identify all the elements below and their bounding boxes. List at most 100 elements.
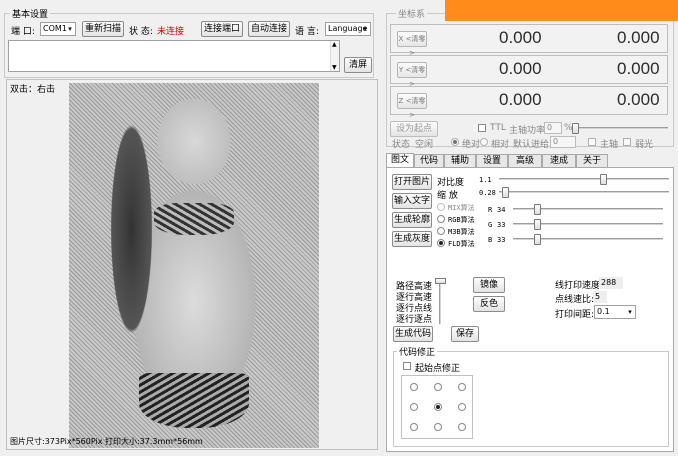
canvas-hint: 双击：右击 [10,85,56,95]
x-value-1: 0.000 [499,28,542,47]
port-value: COM1 [43,24,67,33]
print-gap-label: 打印间距: [555,310,595,320]
ttl-checkbox[interactable] [478,124,486,132]
anchor-grid [401,375,473,439]
save-button[interactable]: 保存 [451,326,479,342]
contrast-label: 对比度 [437,178,465,188]
absolute-radio[interactable] [451,138,459,146]
line-speed-input[interactable]: 288 [599,277,623,289]
anchor-top-left-radio[interactable] [410,383,418,391]
rescan-button[interactable]: 重新扫描 [82,21,124,37]
anchor-top-right-radio[interactable] [458,383,466,391]
anchor-center-radio[interactable] [434,403,442,411]
spindle-checkbox[interactable] [588,138,596,146]
auto-connect-button[interactable]: 自动连接 [248,21,290,37]
default-feed-input[interactable]: 0 [550,136,576,148]
language-select[interactable]: Language ▾ [325,22,371,36]
rgb-label: RGB算法 [448,216,475,224]
idle-label: 空闲 [415,140,434,150]
tab-advanced[interactable]: 高级 [508,154,542,168]
spindle-power-slider[interactable] [572,123,668,134]
scroll-down-icon[interactable]: ▼ [332,64,337,71]
gen-code-button[interactable]: 生成代码 [393,326,433,342]
status-label: 状 态: [129,27,153,37]
ttl-label: TTL [490,123,506,133]
dot-ratio-input[interactable]: 5 [593,291,607,303]
y-value-2: 0.000 [617,59,660,78]
chevron-down-icon: ▾ [68,25,72,33]
port-select[interactable]: COM1 ▾ [40,22,76,36]
tab-image-text[interactable]: 图文 [386,153,414,168]
gen-gray-button[interactable]: 生成灰度 [392,231,432,247]
b-value: 33 [497,236,506,244]
b-slider[interactable] [513,234,663,245]
path-mode-slider[interactable] [435,278,446,324]
z-clear-button[interactable]: Z <清零> [397,93,427,119]
m3b-label: M3B算法 [448,228,475,236]
slider-thumb[interactable] [435,278,446,284]
slider-thumb[interactable] [534,219,542,230]
code-fix-title: 代码修正 [397,345,438,358]
tab-quick[interactable]: 速成 [542,154,576,168]
start-fix-checkbox[interactable] [403,362,411,370]
scale-slider[interactable] [499,187,669,198]
connect-port-button[interactable]: 连接端口 [201,21,243,37]
g-slider[interactable] [513,219,663,230]
slider-track [499,178,669,180]
orange-banner [445,0,678,21]
anchor-middle-right-radio[interactable] [458,403,466,411]
anchor-middle-left-radio[interactable] [410,403,418,411]
z-axis-row: Z <清零> 0.000 0.000 [390,86,668,119]
tab-code[interactable]: 代码 [414,154,444,168]
fld-radio[interactable] [437,239,445,247]
print-gap-select[interactable]: 0.1 ▾ [594,305,636,319]
anchor-bottom-right-radio[interactable] [458,423,466,431]
anchor-bottom-center-radio[interactable] [434,423,442,431]
m3b-radio[interactable] [437,227,445,235]
mirror-button[interactable]: 镜像 [473,277,505,293]
contrast-slider[interactable] [499,174,669,185]
z-value-2: 0.000 [617,90,660,109]
relative-radio[interactable] [480,138,488,146]
status-value: 未连接 [157,27,185,37]
b-label: B [488,236,493,244]
clear-screen-button[interactable]: 清屏 [344,57,372,73]
mix-radio[interactable] [437,203,445,211]
r-slider[interactable] [513,204,663,215]
y-clear-button[interactable]: Y <清零> [397,62,427,88]
rgb-radio[interactable] [437,215,445,223]
chevron-down-icon: ▾ [628,308,632,316]
slider-thumb[interactable] [534,204,542,215]
invert-button[interactable]: 反色 [473,296,505,312]
gen-outline-button[interactable]: 生成轮廓 [392,212,432,228]
set-origin-button[interactable]: 设为起点 [390,121,438,137]
port-label: 端 口: [11,27,35,37]
tab-about[interactable]: 关于 [576,154,608,168]
spindle-power-label: 主轴功率 [509,126,546,136]
weak-light-checkbox[interactable] [623,138,631,146]
anchor-bottom-left-radio[interactable] [410,423,418,431]
tab-assist[interactable]: 辅助 [444,154,476,168]
scroll-up-icon[interactable]: ▲ [332,41,337,48]
slider-thumb[interactable] [534,234,542,245]
log-textbox[interactable]: ▲ ▼ [8,40,340,72]
slider-thumb[interactable] [572,123,579,134]
y-value-1: 0.000 [499,59,542,78]
anchor-top-center-radio[interactable] [434,383,442,391]
slider-track [439,278,441,324]
print-gap-value: 0.1 [597,307,610,316]
x-value-2: 0.000 [617,28,660,47]
slider-thumb[interactable] [502,187,510,198]
tab-panel: 打开图片 输入文字 生成轮廓 生成灰度 对比度 1.1 缩 放 0.28 MIX… [386,167,674,452]
log-scrollbar[interactable]: ▲ ▼ [330,41,339,71]
r-value: 34 [497,206,506,214]
input-text-button[interactable]: 输入文字 [392,193,432,209]
spindle-power-input[interactable]: 0 [544,122,562,134]
contrast-value: 1.1 [479,176,492,184]
open-image-button[interactable]: 打开图片 [392,174,432,190]
tab-settings[interactable]: 设置 [476,154,508,168]
x-clear-button[interactable]: X <清零> [397,31,427,57]
image-canvas[interactable]: 双击：右击 图片尺寸:373Pix*560Pix 打印大小:37.3mm*56m… [6,79,378,450]
slider-thumb[interactable] [600,174,608,185]
coordinates-title: 坐标系 [396,7,428,20]
